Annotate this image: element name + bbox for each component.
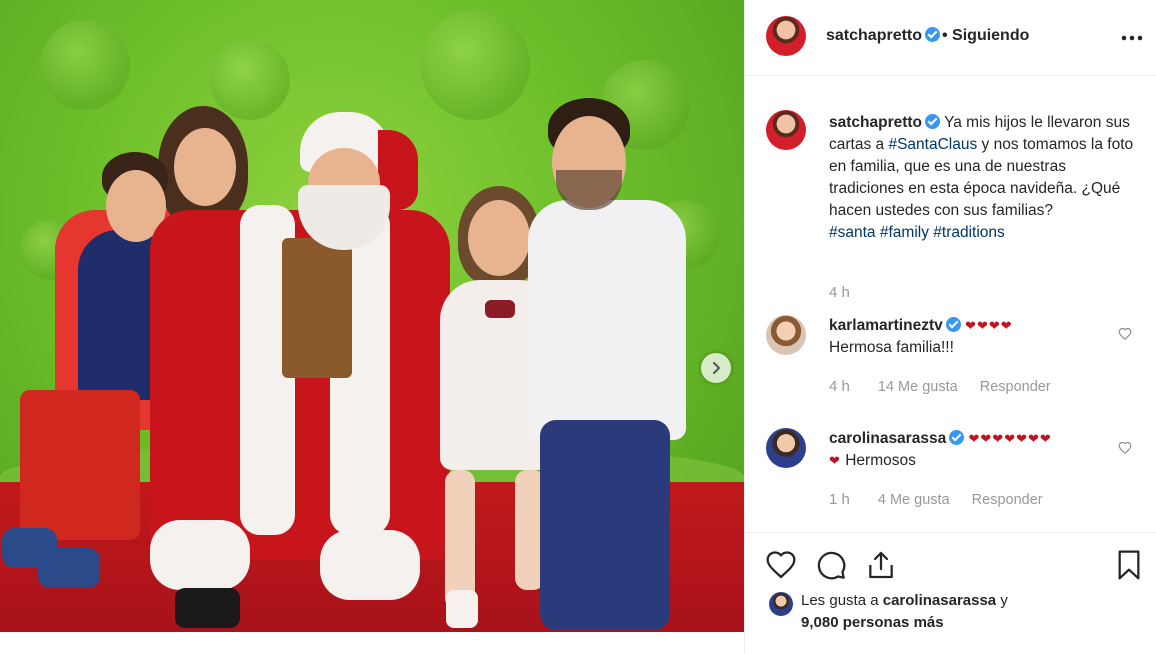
comment-avatar[interactable] — [766, 428, 806, 468]
verified-badge-icon — [925, 27, 941, 42]
comment-text: Hermosos — [845, 452, 916, 469]
liker-username[interactable]: carolinasarassa — [883, 592, 996, 609]
comment-like-icon[interactable] — [1118, 441, 1132, 455]
heart-emoji: ❤❤❤❤ — [965, 318, 1013, 333]
comment-meta: 1 h 4 Me gusta Responder — [829, 491, 1061, 508]
avatar[interactable] — [766, 16, 806, 56]
comment-avatar[interactable] — [766, 315, 806, 355]
more-options-icon — [1121, 35, 1143, 41]
post-photo[interactable] — [0, 0, 744, 632]
likes-prefix: Les gusta a — [801, 592, 879, 609]
caption-username[interactable]: satchapretto — [829, 114, 922, 131]
comment-like-icon[interactable] — [1118, 327, 1132, 341]
caption-avatar[interactable] — [766, 110, 806, 150]
caption-timestamp[interactable]: 4 h — [829, 284, 850, 301]
post-caption: satchapretto Ya mis hijos le llevaron su… — [829, 112, 1139, 244]
comment-username[interactable]: karlamartineztv — [829, 317, 943, 334]
comment-timestamp[interactable]: 4 h — [829, 378, 850, 395]
comment-icon[interactable] — [815, 549, 847, 581]
heart-emoji: ❤❤❤❤❤❤❤ — [968, 431, 1052, 446]
comment-item: karlamartineztv ❤❤❤❤ Hermosa familia!!! — [829, 315, 1119, 359]
more-options-button[interactable] — [1121, 24, 1143, 47]
hashtag-link[interactable]: #SantaClaus — [888, 136, 977, 153]
comment-likes-count[interactable]: 14 Me gusta — [878, 379, 958, 395]
likes-summary: Les gusta a carolinasarassa y 9,080 pers… — [801, 590, 1008, 634]
following-button[interactable]: • Siguiendo — [942, 27, 1029, 45]
heart-icon[interactable] — [765, 549, 797, 581]
likes-joiner: y — [1000, 592, 1008, 609]
next-photo-button[interactable] — [701, 353, 731, 383]
author-username[interactable]: satchapretto — [826, 27, 922, 44]
comment-text: Hermosa familia!!! — [829, 339, 954, 356]
comment-likes-count[interactable]: 4 Me gusta — [878, 492, 950, 508]
comment-item: carolinasarassa ❤❤❤❤❤❤❤ ❤ Hermosos — [829, 428, 1119, 472]
verified-badge-icon — [925, 114, 941, 129]
hashtag-link[interactable]: #family — [880, 224, 929, 241]
verified-badge-icon — [945, 317, 961, 332]
verified-badge-icon — [949, 430, 965, 445]
comment-timestamp[interactable]: 1 h — [829, 491, 850, 508]
liker-avatar[interactable] — [769, 592, 793, 616]
heart-emoji: ❤ — [829, 453, 841, 468]
comment-meta: 4 h 14 Me gusta Responder — [829, 378, 1069, 395]
share-icon[interactable] — [865, 549, 897, 581]
reply-button[interactable]: Responder — [980, 379, 1051, 395]
comment-username[interactable]: carolinasarassa — [829, 430, 946, 447]
hashtag-link[interactable]: #santa — [829, 224, 876, 241]
bookmark-icon[interactable] — [1115, 549, 1143, 581]
post-sidebar: satchapretto • Siguiendo satchapretto Ya… — [744, 0, 1156, 654]
post-header: satchapretto • Siguiendo — [745, 0, 1156, 76]
chevron-right-icon — [713, 362, 721, 374]
others-likes-link[interactable]: 9,080 personas más — [801, 614, 944, 631]
reply-button[interactable]: Responder — [972, 492, 1043, 508]
hashtag-link[interactable]: #traditions — [933, 224, 1005, 241]
